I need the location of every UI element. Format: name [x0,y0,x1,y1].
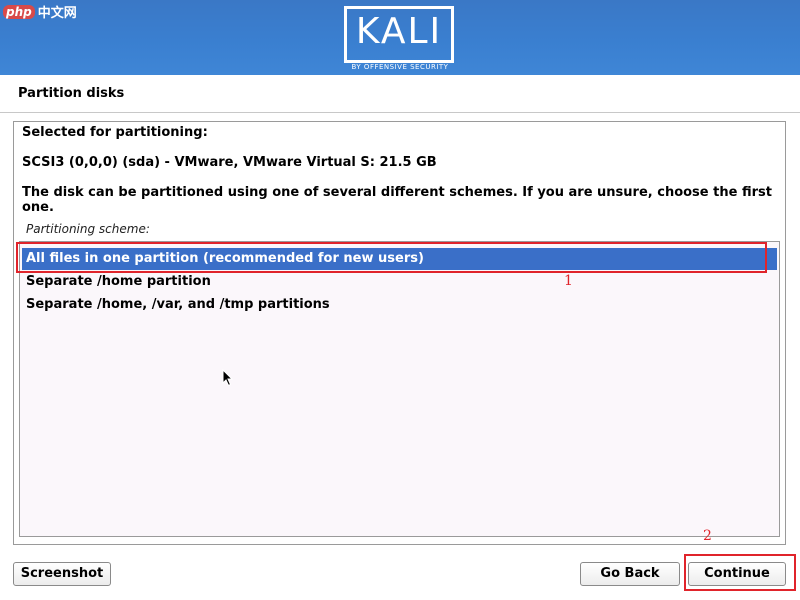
page-title: Partition disks [18,86,125,101]
annotation-number-2: 2 [703,528,712,544]
info-text-line-2: one. [22,200,54,215]
title-divider [0,112,800,113]
kali-logo-subtitle: BY OFFENSIVE SECURITY [351,63,449,71]
annotation-number-1: 1 [564,273,573,289]
disk-description: SCSI3 (0,0,0) (sda) - VMware, VMware Vir… [22,155,437,170]
watermark-site: 中文网 [37,6,77,21]
partitioning-scheme-list[interactable]: All files in one partition (recommended … [19,241,780,537]
mouse-pointer-icon [222,368,234,391]
screenshot-button[interactable]: Screenshot [13,562,111,586]
selected-heading: Selected for partitioning: [22,125,208,140]
scheme-option-separate-home-var-tmp[interactable]: Separate /home, /var, and /tmp partition… [22,294,777,316]
info-text-line-1: The disk can be partitioned using one of… [22,185,772,200]
scheme-option-separate-home[interactable]: Separate /home partition [22,271,777,293]
go-back-button[interactable]: Go Back [580,562,680,586]
kali-logo: KALI [344,6,454,63]
watermark-brand: php [3,4,35,19]
site-watermark: php 中文网 [3,2,77,21]
kali-logo-text: KALI [355,11,443,52]
annotation-highlight-1 [16,242,767,273]
annotation-highlight-2 [684,554,796,591]
partitioning-scheme-label: Partitioning scheme: [26,222,150,236]
